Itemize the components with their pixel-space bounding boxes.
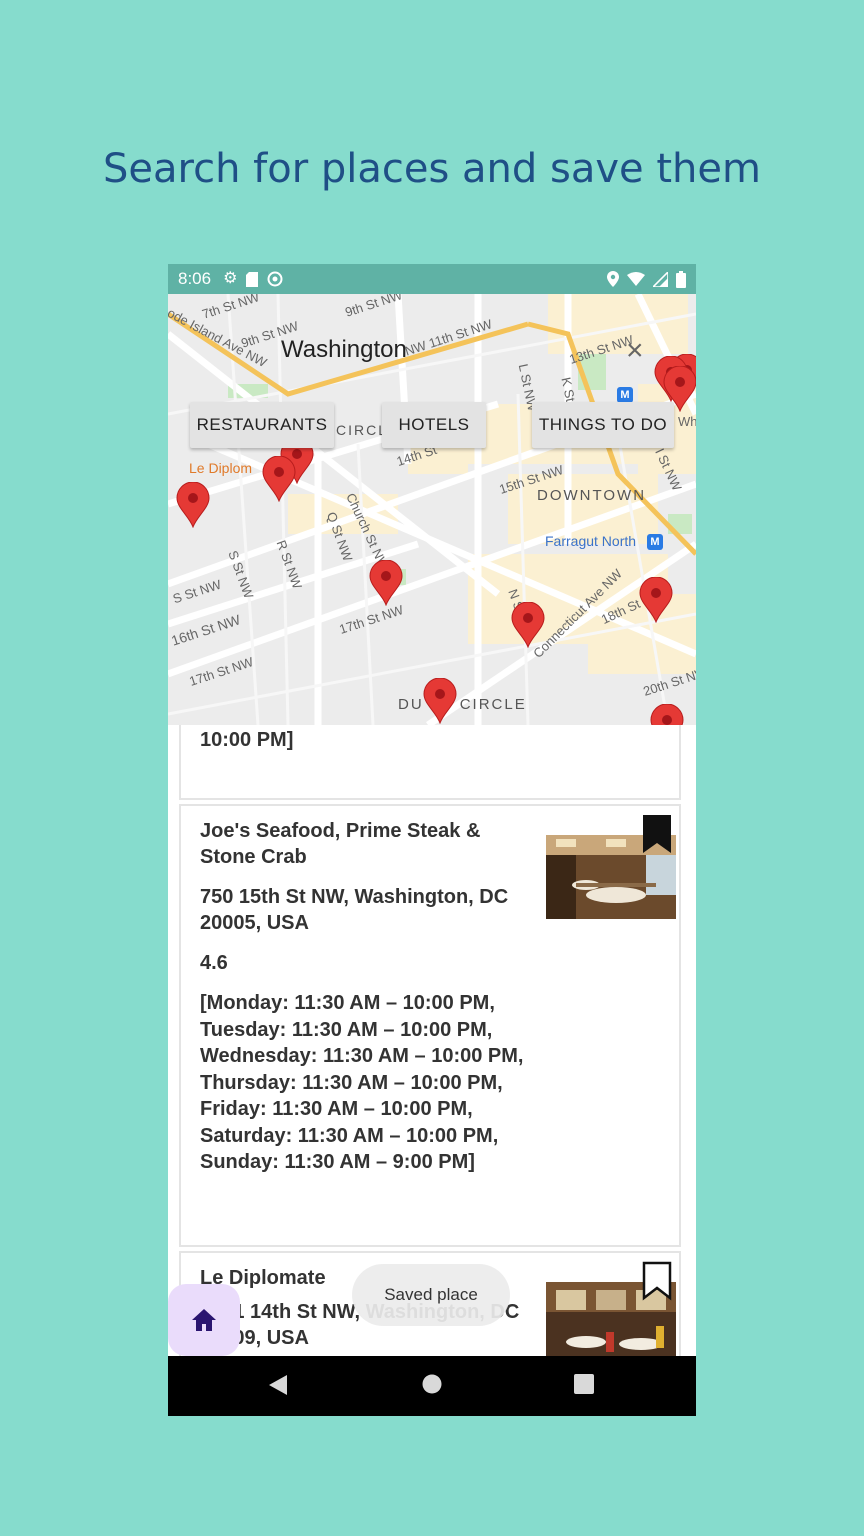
home-icon xyxy=(192,1309,216,1331)
map-pin[interactable] xyxy=(423,678,457,724)
place-name: Joe's Seafood, Prime Steak & Stone Crab xyxy=(200,820,481,868)
map-pin[interactable] xyxy=(639,577,673,623)
map-pin[interactable] xyxy=(369,560,403,606)
place-card[interactable]: 10:00 PM] xyxy=(179,725,681,800)
filter-things-to-do-button[interactable]: THINGS TO DO xyxy=(532,402,674,448)
places-list[interactable]: 10:00 PM] Joe's Seafood, Prime Steak & S… xyxy=(168,725,696,1356)
close-icon[interactable]: × xyxy=(626,336,644,366)
filter-hotels-button[interactable]: HOTELS xyxy=(382,402,486,448)
map-label-le-diplomate: Le Diplom xyxy=(189,460,253,476)
home-button[interactable] xyxy=(168,1284,240,1356)
map-view[interactable]: Washington DOWNTOWN Farragut North M M D… xyxy=(168,294,696,725)
place-hours: [Monday: 11:30 AM – 10:00 PM, Tuesday: 1… xyxy=(200,992,524,1173)
map-label-downtown: DOWNTOWN xyxy=(537,487,647,504)
place-address: 750 15th St NW, Washington, DC 20005, US… xyxy=(200,886,509,934)
saved-place-toast: Saved place xyxy=(352,1264,510,1326)
map-label-washington: Washington xyxy=(281,336,407,363)
map-label-street: Wh xyxy=(678,414,696,429)
battery-icon xyxy=(676,270,686,288)
filter-restaurants-button[interactable]: RESTAURANTS xyxy=(190,402,334,448)
settings-icon: ⚙ xyxy=(223,270,238,287)
sd-card-icon xyxy=(246,271,259,287)
wifi-icon xyxy=(627,272,645,286)
cell-signal-icon xyxy=(653,271,668,287)
map-pin[interactable] xyxy=(511,602,545,648)
place-card[interactable]: Joe's Seafood, Prime Steak & Stone Crab … xyxy=(179,804,681,1247)
promo-title: Search for places and save them xyxy=(103,146,761,192)
map-pin[interactable] xyxy=(262,456,296,502)
place-hours: 10:00 PM] xyxy=(200,729,294,751)
system-nav-bar xyxy=(168,1356,696,1416)
recents-icon[interactable] xyxy=(574,1374,594,1394)
map-label-dupont-circle: DU NT CIRCLE xyxy=(398,696,527,713)
map-pin[interactable] xyxy=(650,704,684,725)
metro-icon: M xyxy=(647,534,663,550)
location-icon xyxy=(607,271,619,287)
status-time: 8:06 xyxy=(178,269,212,288)
status-bar: 8:06 ⚙ xyxy=(168,264,696,294)
place-rating: 4.6 xyxy=(200,952,228,974)
bookmark-filled-icon[interactable] xyxy=(642,814,672,854)
map-label-circle: CIRCL xyxy=(336,422,389,438)
home-nav-icon[interactable] xyxy=(422,1374,442,1394)
sync-icon xyxy=(267,271,283,287)
metro-icon: M xyxy=(617,387,633,403)
bookmark-outline-icon[interactable] xyxy=(642,1261,672,1301)
back-icon[interactable] xyxy=(268,1374,288,1396)
map-pin[interactable] xyxy=(176,482,210,528)
phone-screen: 8:06 ⚙ Washington DOWNTOWN Farragut Nort… xyxy=(168,264,696,1416)
map-label-farragut-north: Farragut North xyxy=(545,533,637,549)
